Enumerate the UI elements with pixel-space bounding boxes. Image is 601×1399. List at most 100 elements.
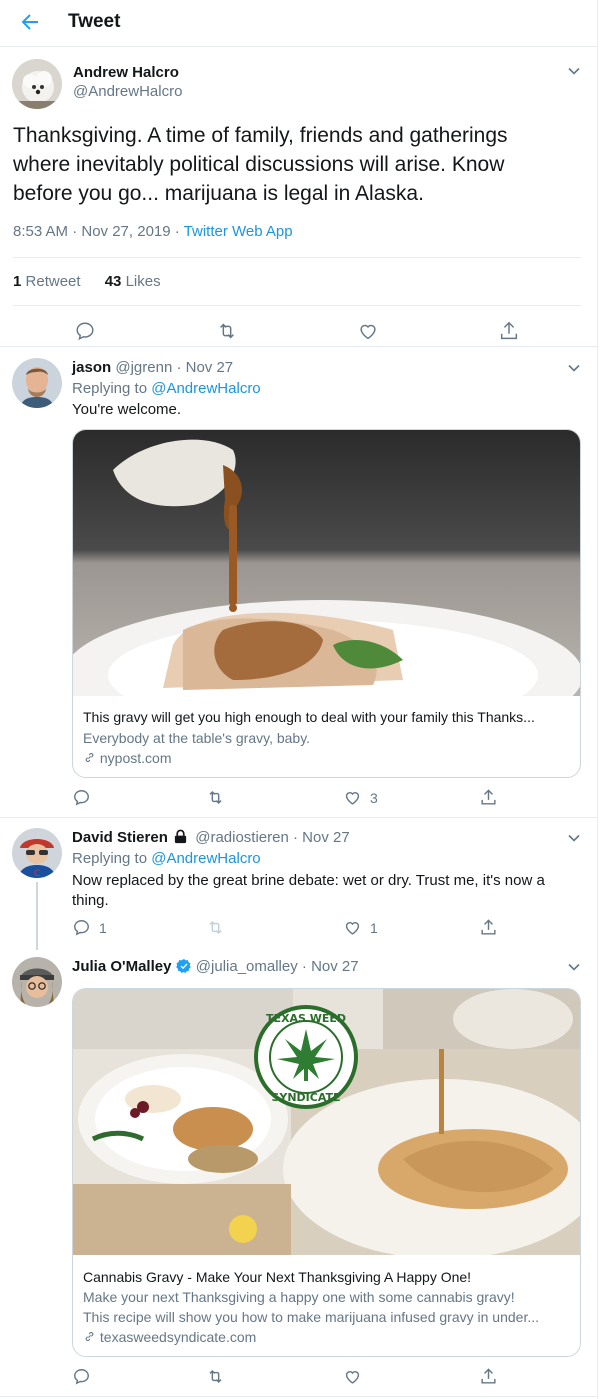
share-icon <box>481 1368 496 1384</box>
divider <box>13 257 581 258</box>
link-card[interactable]: This gravy will get you high enough to d… <box>72 429 581 778</box>
lock-icon <box>174 829 187 844</box>
chevron-down-icon[interactable] <box>566 360 582 376</box>
card-image: TEXAS WEED SYNDICATE <box>73 989 580 1259</box>
avatar[interactable] <box>12 957 62 1007</box>
tweet-timestamp[interactable]: 8:53 AM · Nov 27, 2019 · <box>13 223 184 240</box>
card-title: This gravy will get you high enough to d… <box>83 709 535 725</box>
tweet-source-link[interactable]: Twitter Web App <box>184 223 293 240</box>
avatar[interactable] <box>12 59 62 109</box>
share-icon <box>481 919 496 935</box>
author-handle[interactable]: @AndrewHalcro <box>73 83 182 100</box>
reply-text-line: thing. <box>72 892 109 909</box>
tweet-stats: 1 Retweet 43 Likes <box>13 273 161 290</box>
avatar[interactable]: C <box>12 828 62 878</box>
reply-button[interactable]: 1 <box>72 918 107 937</box>
tweet-text-line: Thanksgiving. A time of family, friends … <box>13 124 508 147</box>
retweet-icon <box>209 920 222 935</box>
divider <box>0 817 597 818</box>
replying-to: Replying to @AndrewHalcro <box>72 850 261 867</box>
replying-to-handle[interactable]: @AndrewHalcro <box>151 850 260 867</box>
chevron-down-icon[interactable] <box>566 830 582 846</box>
like-button[interactable]: 3 <box>343 788 378 807</box>
reply-text: Now replaced by the great brine debate: … <box>72 871 587 911</box>
card-domain-row: texasweedsyndicate.com <box>83 1329 256 1345</box>
share-icon <box>481 789 496 805</box>
author-name[interactable]: Andrew Halcro <box>73 64 179 81</box>
tweet-text: Thanksgiving. A time of family, friends … <box>13 121 593 208</box>
like-icon <box>345 1371 360 1384</box>
retweets-count: 1 <box>13 273 22 290</box>
card-title: Cannabis Gravy - Make Your Next Thanksgi… <box>83 1269 472 1285</box>
card-description-line: This recipe will show you how to make ma… <box>83 1309 539 1325</box>
like-icon <box>360 324 376 340</box>
like-count: 1 <box>370 919 378 936</box>
reply-header: jason @jgrenn · Nov 27 <box>72 359 233 376</box>
reply-button[interactable] <box>72 788 91 807</box>
link-card[interactable]: TEXAS WEED SYNDICATE Cannabis Gravy - Ma… <box>72 988 581 1357</box>
reply-icon <box>74 920 89 936</box>
retweet-button[interactable] <box>205 788 226 807</box>
card-description-line: Make your next Thanksgiving a happy one … <box>83 1289 515 1305</box>
link-icon <box>85 1332 94 1341</box>
header-bar: Tweet <box>0 0 597 47</box>
column-border <box>597 0 598 1399</box>
avatar[interactable] <box>12 358 62 408</box>
logo-text-top: TEXAS WEED <box>266 1012 346 1025</box>
retweet-button[interactable] <box>215 320 239 342</box>
retweet-icon <box>209 1369 222 1384</box>
author-name[interactable]: Julia O'Malley <box>72 958 171 975</box>
tweet-text-line: where inevitably political discussions w… <box>13 153 505 176</box>
reply-text: You're welcome. <box>72 401 182 418</box>
like-button[interactable] <box>357 320 379 342</box>
card-domain-row: nypost.com <box>83 750 171 766</box>
divider <box>0 1396 597 1397</box>
verified-icon <box>175 959 191 973</box>
share-button[interactable] <box>479 788 498 807</box>
share-button[interactable] <box>498 320 520 342</box>
like-count: 3 <box>370 789 378 806</box>
reply-icon <box>74 790 89 806</box>
reply-header: David Stieren @radiostieren · Nov 27 <box>72 829 350 846</box>
author-name[interactable]: jason <box>72 359 111 376</box>
retweet-icon <box>209 790 222 805</box>
author-meta[interactable]: @radiostieren · Nov 27 <box>195 829 349 846</box>
page-title: Tweet <box>68 11 121 32</box>
replying-to-handle[interactable]: @AndrewHalcro <box>151 380 260 397</box>
reply-header: Julia O'Malley @julia_omalley · Nov 27 <box>72 958 359 975</box>
link-icon <box>85 753 94 762</box>
reply-button[interactable] <box>72 1367 91 1386</box>
reply-text-line: Now replaced by the great brine debate: … <box>72 872 545 889</box>
share-icon <box>500 321 518 340</box>
likes-count: 43 <box>104 273 122 290</box>
chevron-down-icon[interactable] <box>566 63 582 79</box>
card-image <box>73 430 580 750</box>
author-meta[interactable]: @jgrenn · Nov 27 <box>115 359 233 376</box>
author-name[interactable]: David Stieren <box>72 829 168 846</box>
logo-text-bottom: SYNDICATE <box>271 1091 340 1104</box>
retweets-label: Retweet <box>25 273 81 290</box>
card-domain: texasweedsyndicate.com <box>99 1329 257 1345</box>
card-description: Everybody at the table's gravy, baby. <box>83 730 311 746</box>
replying-to-prefix: Replying to <box>72 380 152 397</box>
svg-text:C: C <box>34 869 40 878</box>
retweet-button <box>205 918 226 937</box>
reply-icon <box>76 322 94 341</box>
likes-stat[interactable]: 43 Likes <box>105 273 161 290</box>
share-button[interactable] <box>479 1367 498 1386</box>
retweet-button[interactable] <box>205 1367 226 1386</box>
reply-button[interactable] <box>74 320 96 342</box>
divider <box>13 305 581 306</box>
chevron-down-icon[interactable] <box>566 959 582 975</box>
retweets-stat[interactable]: 1 Retweet <box>13 273 81 290</box>
retweet-icon <box>220 323 234 339</box>
like-button[interactable]: 1 <box>343 918 378 937</box>
share-button[interactable] <box>479 918 498 937</box>
like-button[interactable] <box>343 1367 362 1386</box>
replying-to-prefix: Replying to <box>72 850 152 867</box>
divider <box>0 346 597 347</box>
author-meta[interactable]: @julia_omalley · Nov 27 <box>196 958 359 975</box>
likes-label: Likes <box>125 273 161 290</box>
thread-line <box>36 882 38 950</box>
back-arrow-icon[interactable] <box>18 10 42 34</box>
